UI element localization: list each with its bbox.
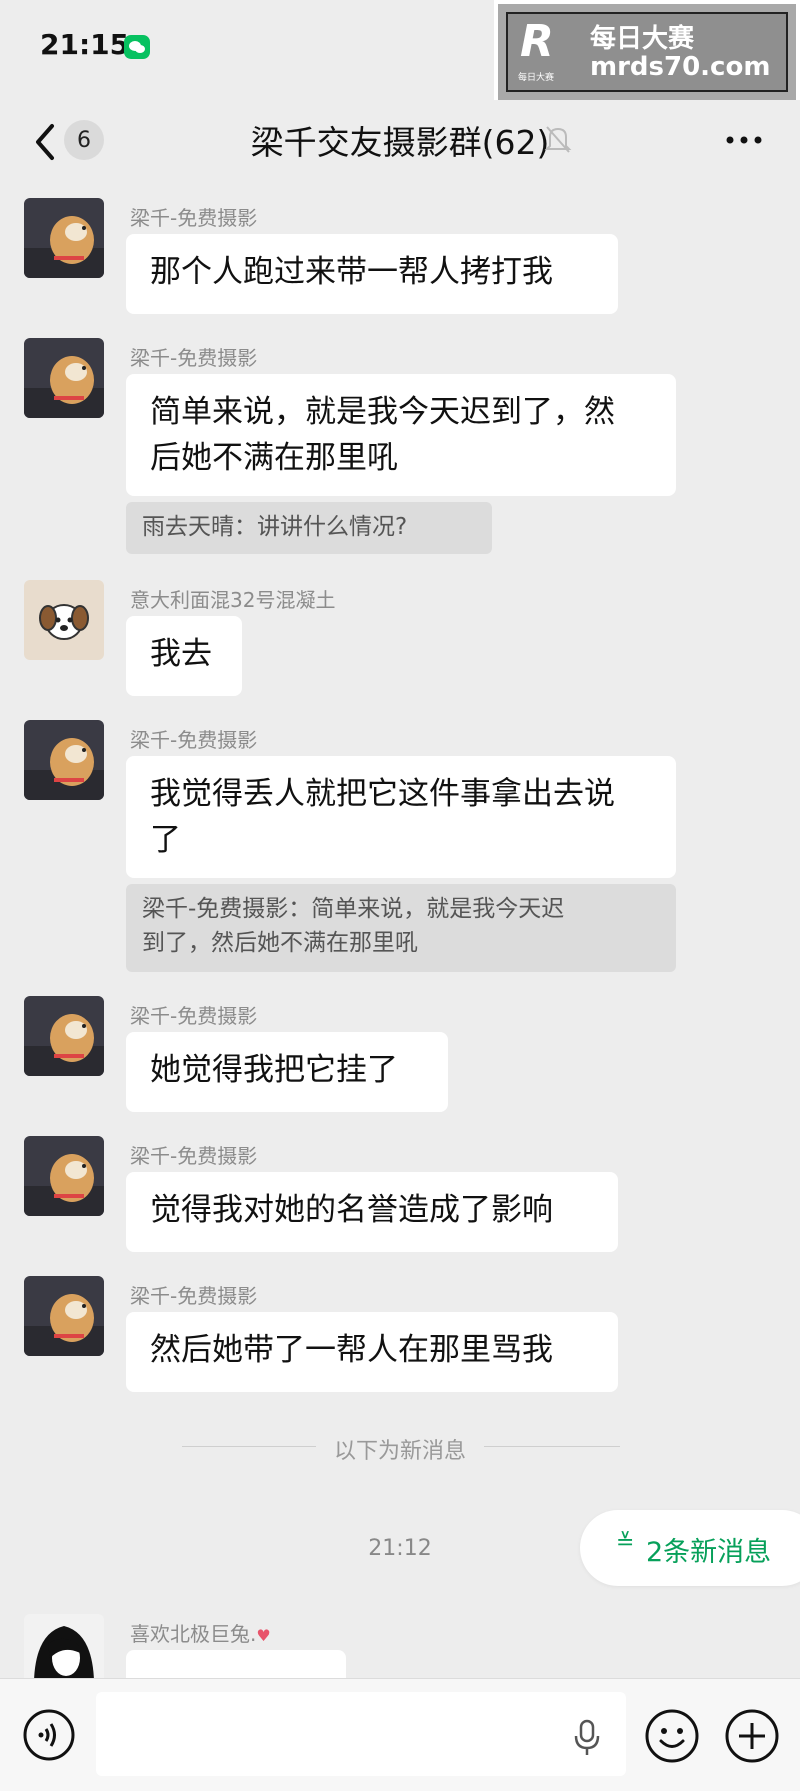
microphone-icon[interactable] bbox=[572, 1718, 602, 1758]
quote-line: 梁千-免费摄影：简单来说，就是我今天迟 bbox=[142, 896, 565, 922]
message-bubble[interactable]: 我去 bbox=[126, 616, 242, 696]
message-line: 我觉得丢人就把它这件事拿出去说 bbox=[150, 776, 615, 812]
double-chevron-down-icon: ≚ bbox=[616, 1530, 635, 1555]
heart-icon: ♥ bbox=[256, 1626, 271, 1645]
sender-name: 梁千-免费摄影 bbox=[130, 346, 258, 370]
chat-title: 梁千交友摄影群(62) bbox=[250, 123, 550, 162]
sender-name: 梁千-免费摄影 bbox=[130, 1144, 258, 1168]
quoted-reply[interactable]: 梁千-免费摄影：简单来说，就是我今天迟 到了，然后她不满在那里吼 bbox=[126, 884, 676, 972]
message-bubble[interactable]: 我觉得丢人就把它这件事拿出去说 了 bbox=[126, 756, 676, 878]
message-bubble[interactable]: 简单来说，就是我今天迟到了，然 后她不满在那里吼 bbox=[126, 374, 676, 496]
sender-name: 梁千-免费摄影 bbox=[130, 1004, 258, 1028]
sender-name: 梁千-免费摄影 bbox=[130, 728, 258, 752]
wechat-icon bbox=[124, 35, 150, 59]
sender-name: 喜欢北极巨兔.♥ bbox=[130, 1622, 271, 1646]
dog-avatar[interactable] bbox=[24, 338, 104, 418]
dog-avatar[interactable] bbox=[24, 1276, 104, 1356]
watermark-title: 每日大赛 bbox=[590, 24, 695, 54]
dog-avatar[interactable] bbox=[24, 198, 104, 278]
message-bubble[interactable]: 那个人跑过来带一帮人拷打我 bbox=[126, 234, 618, 314]
dog-avatar[interactable] bbox=[24, 996, 104, 1076]
sender-name: 梁千-免费摄影 bbox=[130, 1284, 258, 1308]
message-input[interactable] bbox=[96, 1692, 626, 1776]
status-time: 21:15 bbox=[40, 28, 130, 61]
dog-avatar[interactable] bbox=[24, 720, 104, 800]
message-bubble[interactable]: 觉得我对她的名誉造成了影响 bbox=[126, 1172, 618, 1252]
quote-line: 到了，然后她不满在那里吼 bbox=[142, 930, 418, 956]
message-bubble[interactable]: 她觉得我把它挂了 bbox=[126, 1032, 448, 1112]
message-line: 了 bbox=[150, 822, 181, 858]
sender-name: 梁千-免费摄影 bbox=[130, 206, 258, 230]
sender-name: 意大利面混32号混凝土 bbox=[130, 588, 336, 612]
watermark-domain: mrds70.com bbox=[590, 52, 771, 82]
message-line: 后她不满在那里吼 bbox=[150, 440, 398, 476]
emoji-icon[interactable] bbox=[644, 1708, 700, 1764]
quoted-reply[interactable]: 雨去天晴：讲讲什么情况? bbox=[126, 502, 492, 554]
voice-icon[interactable] bbox=[22, 1708, 76, 1762]
cartoon-dog-avatar[interactable] bbox=[24, 580, 104, 660]
mute-bell-icon bbox=[544, 124, 572, 154]
new-messages-label: 2条新消息 bbox=[646, 1537, 772, 1568]
watermark-sub: 每日大赛 bbox=[518, 73, 555, 83]
watermark-logo: R 每日大赛 每日大赛 mrds70.com bbox=[494, 0, 800, 104]
more-icon[interactable] bbox=[724, 132, 764, 146]
dog-avatar[interactable] bbox=[24, 1136, 104, 1216]
message-line: 简单来说，就是我今天迟到了，然 bbox=[150, 394, 615, 430]
new-messages-button[interactable]: ≚ 2条新消息 bbox=[580, 1510, 800, 1586]
new-messages-divider: 以下为新消息 bbox=[333, 1439, 466, 1464]
divider-line-right bbox=[484, 1446, 620, 1447]
watermark-r-logo: R bbox=[520, 16, 554, 67]
message-bubble[interactable]: 然后她带了一帮人在那里骂我 bbox=[126, 1312, 618, 1392]
plus-icon[interactable] bbox=[724, 1708, 780, 1764]
